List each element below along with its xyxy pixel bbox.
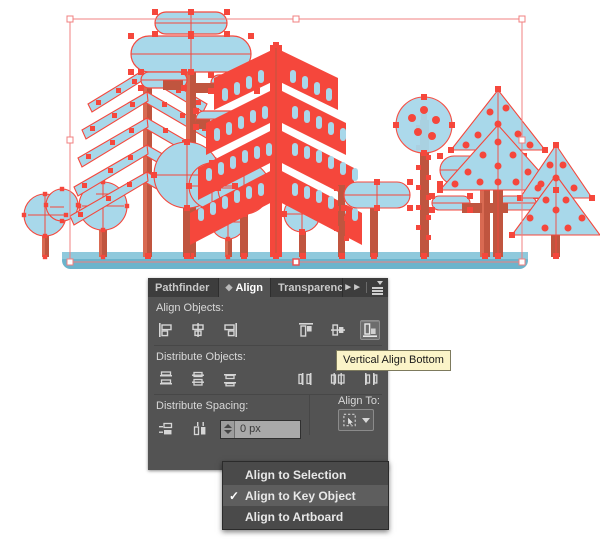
menu-item-align-to-key-object-label: Align to Key Object	[245, 488, 356, 503]
horizontal-align-left-button[interactable]	[156, 320, 176, 340]
tab-transparency[interactable]: Transparenc	[270, 278, 344, 297]
tab-align[interactable]: ◆ Align	[218, 278, 271, 297]
align-to-key-object-icon	[343, 413, 356, 427]
illustration-canvas[interactable]	[0, 0, 600, 285]
menu-item-align-to-selection[interactable]: Align to Selection	[223, 464, 388, 485]
tab-gripper-icon: ◆	[225, 282, 233, 292]
stepper-up-icon[interactable]	[223, 424, 232, 428]
distribute-spacing-label: Distribute Spacing:	[156, 400, 249, 412]
pine-trees	[437, 86, 600, 259]
panel-tabbar-controls[interactable]: ►►	[343, 278, 388, 297]
horizontal-distribute-center-button[interactable]	[328, 369, 348, 389]
align-to-label: Align To:	[338, 395, 380, 407]
tab-pathfinder[interactable]: Pathfinder	[148, 278, 219, 297]
vertical-align-top-button[interactable]	[296, 320, 316, 340]
tab-pathfinder-label: Pathfinder	[155, 281, 210, 294]
double-chevron-right-icon[interactable]: ►►	[343, 282, 362, 293]
ground-bar	[62, 252, 528, 269]
align-objects-label: Align Objects:	[156, 302, 224, 314]
horizontal-distribute-left-button[interactable]	[296, 369, 316, 389]
align-panel[interactable]: Pathfinder ◆ Align Transparenc ►► Align …	[148, 278, 388, 470]
vector-artwork[interactable]	[0, 0, 600, 285]
distribute-spacing-row[interactable]: 0 px	[148, 415, 301, 443]
vertical-distribute-spacing-button[interactable]	[156, 419, 176, 439]
menu-item-align-to-artboard[interactable]: Align to Artboard	[223, 506, 388, 527]
tabbar-divider	[366, 282, 367, 293]
menu-item-align-to-selection-label: Align to Selection	[245, 467, 347, 482]
align-to-group[interactable]: Align To:	[338, 395, 388, 431]
horizontal-distribute-right-button[interactable]	[360, 369, 380, 389]
horizontal-distribute-spacing-button[interactable]	[190, 419, 210, 439]
tooltip-text: Vertical Align Bottom	[343, 354, 444, 366]
horizontal-align-right-button[interactable]	[220, 320, 240, 340]
tab-align-label: Align	[235, 281, 263, 294]
section-vertical-divider	[309, 395, 310, 435]
tab-transparency-label: Transparenc	[277, 281, 344, 294]
chevron-down-icon[interactable]	[362, 417, 370, 423]
vertical-distribute-bottom-button[interactable]	[220, 369, 240, 389]
vertical-align-bottom-button[interactable]	[360, 320, 380, 340]
panel-menu-icon[interactable]	[372, 280, 383, 295]
menu-item-align-to-artboard-label: Align to Artboard	[245, 509, 344, 524]
vertical-distribute-top-button[interactable]	[156, 369, 176, 389]
align-to-dropdown-button[interactable]	[338, 409, 374, 431]
align-to-context-menu[interactable]: Align to Selection ✓ Align to Key Object…	[222, 461, 389, 530]
align-objects-row[interactable]	[148, 317, 388, 343]
vertical-distribute-center-button[interactable]	[188, 369, 208, 389]
stepper-down-icon[interactable]	[223, 430, 232, 434]
vertical-align-center-button[interactable]	[328, 320, 348, 340]
spacing-value-stepper[interactable]: 0 px	[220, 419, 301, 439]
tooltip-vertical-align-bottom: Vertical Align Bottom	[336, 350, 451, 371]
stepper-arrows[interactable]	[221, 420, 235, 438]
panel-tabbar[interactable]: Pathfinder ◆ Align Transparenc ►►	[148, 278, 388, 297]
menu-item-align-to-key-object[interactable]: ✓ Align to Key Object	[223, 485, 388, 506]
horizontal-align-center-button[interactable]	[188, 320, 208, 340]
checkmark-icon: ✓	[229, 488, 240, 503]
spacing-value-input[interactable]: 0 px	[235, 420, 300, 438]
